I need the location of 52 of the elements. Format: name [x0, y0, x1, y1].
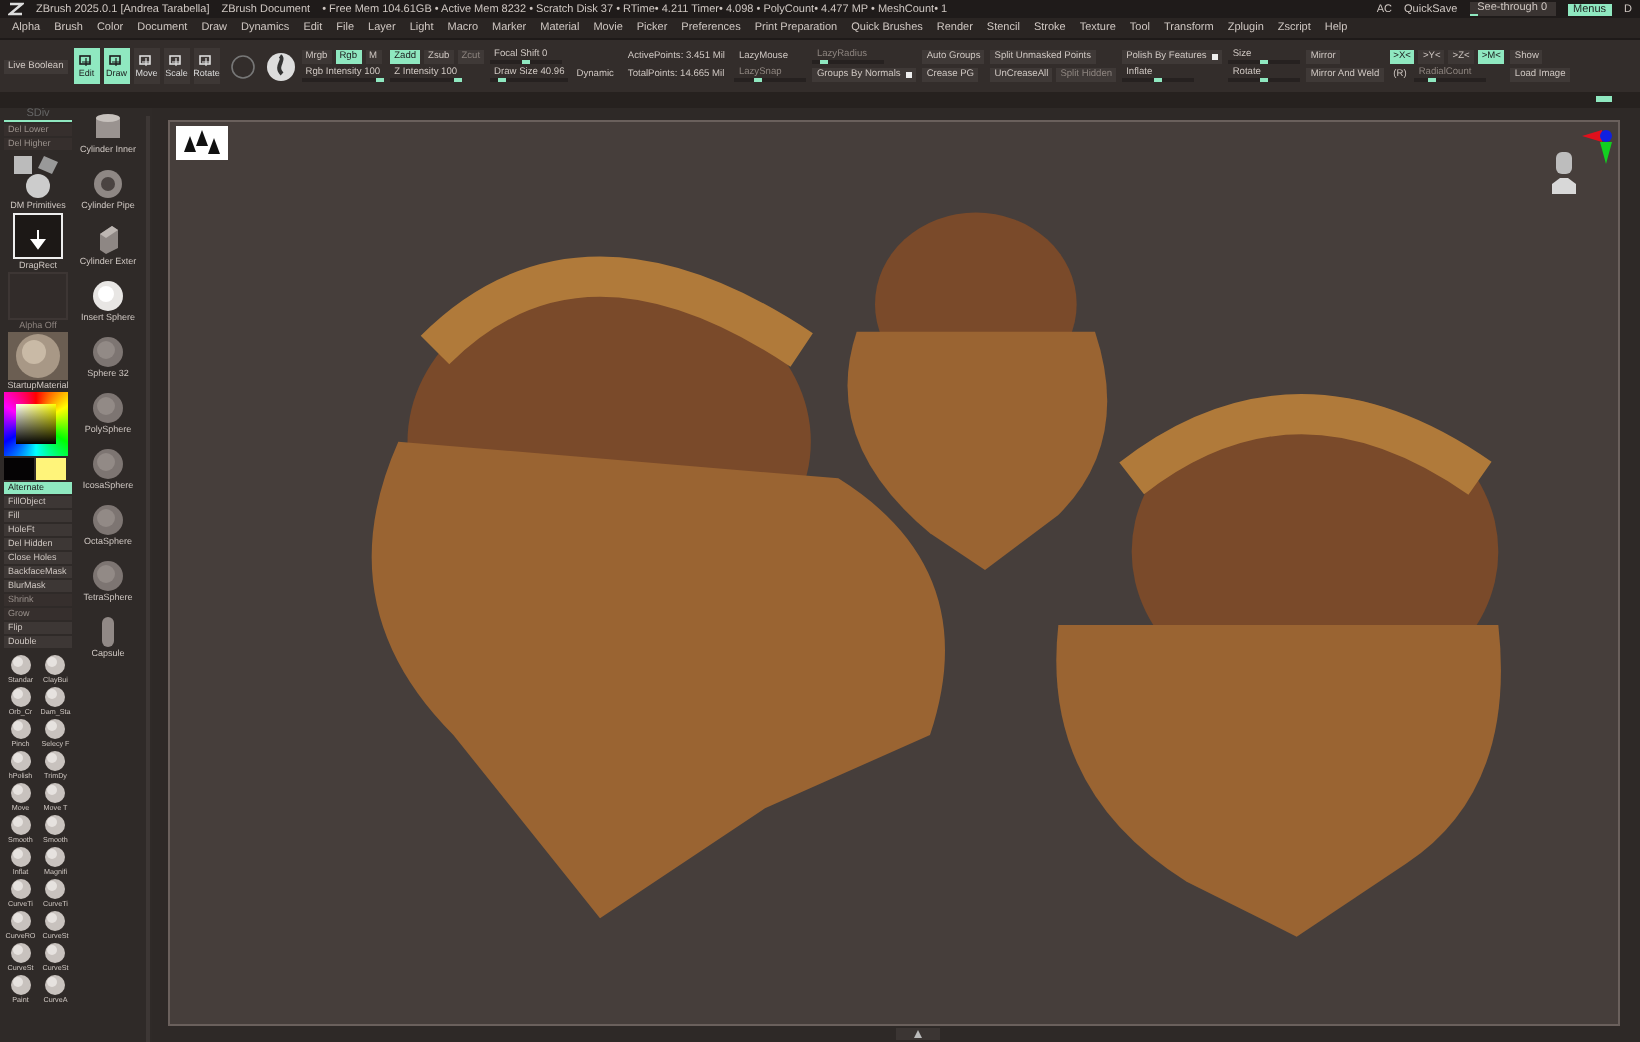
brush-sphere-icon [44, 910, 67, 932]
brush-sphere-icon [9, 846, 32, 868]
brush-sphere-icon [44, 750, 67, 772]
sphere-icon [88, 280, 128, 312]
brush-sphere-icon [9, 782, 32, 804]
brush-sphere-icon [44, 974, 67, 996]
brush-sphere-icon [44, 782, 67, 804]
brush-sphere-icon [9, 686, 32, 708]
tool-icon [108, 54, 125, 68]
sphere-icon [88, 336, 128, 368]
head-bust-icon[interactable] [1550, 150, 1578, 194]
ring-icon [88, 168, 128, 200]
sphere-icon [88, 392, 128, 424]
brush-sphere-icon [9, 718, 32, 740]
slider-handle[interactable] [1260, 78, 1269, 82]
color-swatch[interactable] [4, 458, 34, 480]
slider-handle[interactable] [1154, 78, 1163, 82]
brush-sphere-icon [9, 910, 32, 932]
brush-sphere-icon [44, 814, 67, 836]
circle-icon[interactable] [229, 53, 256, 79]
tool-icon [198, 54, 215, 68]
slider-handle[interactable] [454, 78, 463, 82]
app-logo-icon [8, 2, 24, 16]
brush-sphere-icon [9, 814, 32, 836]
color-swatch[interactable] [36, 458, 66, 480]
brush-sphere-icon [44, 942, 67, 964]
brush-sphere-icon [44, 686, 67, 708]
brush-sphere-icon [9, 974, 32, 996]
brush-sphere-icon [44, 878, 67, 900]
brush-sphere-icon [9, 878, 32, 900]
sphere-icon [88, 504, 128, 536]
slider-handle[interactable] [376, 78, 385, 82]
tool-icon [138, 54, 155, 68]
bottom-handle-icon[interactable] [896, 1028, 940, 1040]
tool-icon [78, 54, 95, 68]
brush-sphere-icon [9, 654, 32, 676]
sphere-icon [88, 448, 128, 480]
slider-handle[interactable] [522, 60, 531, 64]
sphere-icon [88, 560, 128, 592]
tool-icon [168, 54, 185, 68]
brush-sphere-icon [44, 846, 67, 868]
axis-gizmo-icon[interactable] [1582, 126, 1614, 166]
brush-sphere-icon [44, 654, 67, 676]
slider-handle[interactable] [498, 78, 507, 82]
alpha-thumbnail-icon[interactable] [176, 126, 228, 160]
drag-stroke-icon [12, 212, 64, 260]
brush-sphere-icon [44, 718, 67, 740]
slider-handle[interactable] [1260, 60, 1269, 64]
material-sphere-icon[interactable] [265, 51, 296, 81]
color-picker[interactable] [4, 392, 68, 456]
brush-sphere-icon [9, 942, 32, 964]
brush-sphere-icon [9, 750, 32, 772]
